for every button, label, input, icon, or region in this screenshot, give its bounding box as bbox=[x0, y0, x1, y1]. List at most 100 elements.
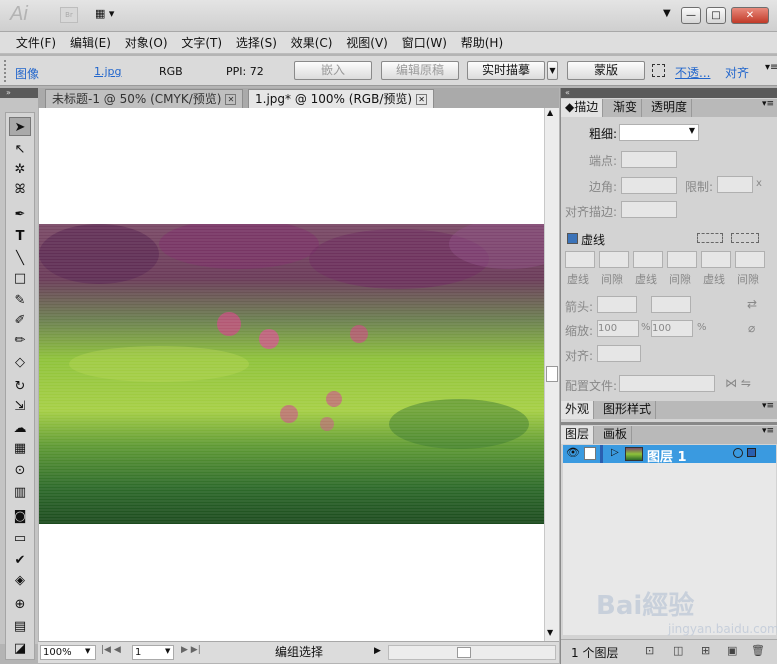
lock-toggle[interactable] bbox=[584, 447, 596, 460]
dash-align-icon[interactable] bbox=[731, 233, 759, 243]
shape-builder-tool-icon[interactable]: ⊙ bbox=[9, 461, 31, 480]
blend-tool-icon[interactable]: ◈ bbox=[9, 571, 31, 590]
status-menu-icon[interactable]: ▶ bbox=[374, 646, 381, 656]
expand-panels-icon[interactable]: « bbox=[565, 88, 570, 97]
arrange-documents-button[interactable]: ▦ ▾ bbox=[95, 7, 127, 23]
scale-input-start[interactable]: 100 bbox=[597, 320, 639, 337]
flip-icon[interactable]: ⋈ ⇋ bbox=[725, 376, 751, 390]
make-clipping-mask-icon[interactable]: ◫ bbox=[673, 644, 683, 657]
arrow-align-buttons[interactable] bbox=[597, 345, 641, 362]
live-trace-dropdown-icon[interactable]: ▼ bbox=[547, 61, 558, 80]
expand-layer-icon[interactable]: ▷ bbox=[611, 447, 619, 458]
layer-row[interactable]: 👁 ▷ 图层 1 bbox=[563, 445, 776, 465]
menu-file[interactable]: 文件(F) bbox=[11, 32, 61, 54]
align-stroke-buttons[interactable] bbox=[621, 201, 677, 218]
eraser-tool-icon[interactable]: ◇ bbox=[9, 353, 31, 372]
transform-icon[interactable] bbox=[652, 64, 665, 77]
corner-buttons[interactable] bbox=[621, 177, 677, 194]
column-graph-tool-icon[interactable]: ▤ bbox=[9, 617, 31, 636]
scroll-thumb[interactable] bbox=[546, 366, 558, 382]
gap-input-2[interactable] bbox=[667, 251, 697, 268]
embed-button[interactable]: 嵌入 bbox=[294, 61, 372, 80]
menu-edit[interactable]: 编辑(E) bbox=[65, 32, 116, 54]
artboard-tool-icon[interactable]: ◪ bbox=[9, 639, 31, 658]
visibility-eye-icon[interactable]: 👁 bbox=[566, 446, 580, 459]
close-button[interactable]: ✕ bbox=[731, 7, 769, 24]
dash-preserve-icon[interactable] bbox=[697, 233, 723, 243]
page-dropdown-icon[interactable]: ▼ bbox=[165, 647, 170, 655]
selection-indicator[interactable] bbox=[747, 448, 756, 457]
target-icon[interactable] bbox=[733, 448, 743, 458]
gap-input-1[interactable] bbox=[599, 251, 629, 268]
panel-menu-icon[interactable]: ▾≡ bbox=[762, 99, 774, 109]
close-tab-icon[interactable]: ✕ bbox=[416, 94, 428, 105]
magic-wand-tool-icon[interactable]: ✲ bbox=[9, 160, 31, 179]
edit-original-button[interactable]: 编辑原稿 bbox=[381, 61, 459, 80]
type-tool-icon[interactable]: T bbox=[9, 227, 31, 246]
dash-input-1[interactable] bbox=[565, 251, 595, 268]
link-scale-icon[interactable]: ⌀ bbox=[748, 321, 755, 335]
mesh-tool-icon[interactable]: ◙ bbox=[9, 507, 31, 526]
maximize-button[interactable]: □ bbox=[706, 7, 726, 24]
rectangle-tool-icon[interactable]: □ bbox=[9, 269, 31, 288]
scroll-up-icon[interactable]: ▲ bbox=[547, 108, 553, 117]
gradient-tool-icon[interactable]: ▭ bbox=[9, 529, 31, 548]
appearance-menu-icon[interactable]: ▾≡ bbox=[762, 401, 774, 411]
live-trace-button[interactable]: 实时描摹 bbox=[467, 61, 545, 80]
tab-appearance[interactable]: 外观 bbox=[561, 401, 595, 419]
opacity-link[interactable]: 不透... bbox=[675, 64, 710, 81]
rotate-tool-icon[interactable]: ↻ bbox=[9, 377, 31, 396]
delete-layer-icon[interactable]: 🗑 bbox=[751, 644, 765, 657]
menu-window[interactable]: 窗口(W) bbox=[397, 32, 452, 54]
minimize-button[interactable]: — bbox=[681, 7, 701, 24]
align-link[interactable]: 对齐 bbox=[725, 64, 749, 81]
line-tool-icon[interactable]: ╲ bbox=[9, 249, 31, 268]
scale-tool-icon[interactable]: ⇲ bbox=[9, 397, 31, 416]
selection-tool-icon[interactable]: ➤ bbox=[9, 117, 31, 136]
horizontal-scrollbar[interactable] bbox=[388, 645, 556, 660]
zoom-dropdown-icon[interactable]: ▼ bbox=[85, 647, 90, 655]
pen-tool-icon[interactable]: ✒ bbox=[9, 205, 31, 224]
vertical-scrollbar[interactable]: ▲ ▼ bbox=[544, 108, 559, 641]
placed-image[interactable] bbox=[39, 224, 544, 524]
tab-graphic-styles[interactable]: 图形样式 bbox=[599, 401, 657, 419]
blob-brush-tool-icon[interactable]: ✏ bbox=[9, 331, 31, 350]
scale-input-end[interactable]: 100 bbox=[651, 320, 693, 337]
eyedropper-tool-icon[interactable]: ✔ bbox=[9, 551, 31, 570]
warp-tool-icon[interactable]: ☁ bbox=[9, 419, 31, 438]
mask-button[interactable]: 蒙版 bbox=[567, 61, 645, 80]
panels-dock-header[interactable] bbox=[561, 88, 777, 98]
workspace-menu-icon[interactable]: ▼ bbox=[663, 8, 671, 19]
profile-select[interactable] bbox=[619, 375, 715, 392]
symbol-sprayer-tool-icon[interactable]: ⊕ bbox=[9, 595, 31, 614]
collapse-icon[interactable]: » bbox=[6, 88, 11, 97]
limit-input[interactable] bbox=[717, 176, 753, 193]
direct-selection-tool-icon[interactable]: ↖ bbox=[9, 140, 31, 159]
tab-1-jpg[interactable]: 1.jpg* @ 100% (RGB/预览) ✕ bbox=[248, 89, 435, 108]
menu-type[interactable]: 文字(T) bbox=[176, 32, 227, 54]
grip-handle[interactable] bbox=[4, 60, 8, 82]
menu-view[interactable]: 视图(V) bbox=[341, 32, 393, 54]
linked-file-link[interactable]: 1.jpg bbox=[94, 65, 122, 78]
tab-stroke[interactable]: ◆描边 bbox=[561, 99, 604, 117]
locate-object-icon[interactable]: ⊡ bbox=[645, 644, 654, 657]
pencil-tool-icon[interactable]: ✐ bbox=[9, 311, 31, 330]
menu-select[interactable]: 选择(S) bbox=[231, 32, 282, 54]
new-sublayer-icon[interactable]: ⊞ bbox=[701, 644, 710, 657]
dash-input-2[interactable] bbox=[633, 251, 663, 268]
free-transform-tool-icon[interactable]: ▦ bbox=[9, 439, 31, 458]
layers-menu-icon[interactable]: ▾≡ bbox=[762, 426, 774, 436]
control-menu-icon[interactable]: ▾≡ bbox=[765, 62, 777, 73]
close-tab-icon[interactable]: ✕ bbox=[225, 94, 237, 105]
tab-untitled-1[interactable]: 未标题-1 @ 50% (CMYK/预览) ✕ bbox=[45, 89, 244, 108]
new-layer-icon[interactable]: ▣ bbox=[727, 644, 737, 657]
tab-layers[interactable]: 图层 bbox=[561, 426, 595, 444]
menu-help[interactable]: 帮助(H) bbox=[456, 32, 508, 54]
tab-artboards[interactable]: 画板 bbox=[599, 426, 633, 444]
bridge-button[interactable]: Br bbox=[60, 7, 78, 23]
dashed-checkbox[interactable] bbox=[567, 233, 578, 244]
menu-object[interactable]: 对象(O) bbox=[120, 32, 173, 54]
h-scroll-thumb[interactable] bbox=[457, 647, 471, 658]
first-page-icon[interactable]: |◀ ◀ bbox=[101, 645, 121, 655]
menu-effect[interactable]: 效果(C) bbox=[286, 32, 338, 54]
